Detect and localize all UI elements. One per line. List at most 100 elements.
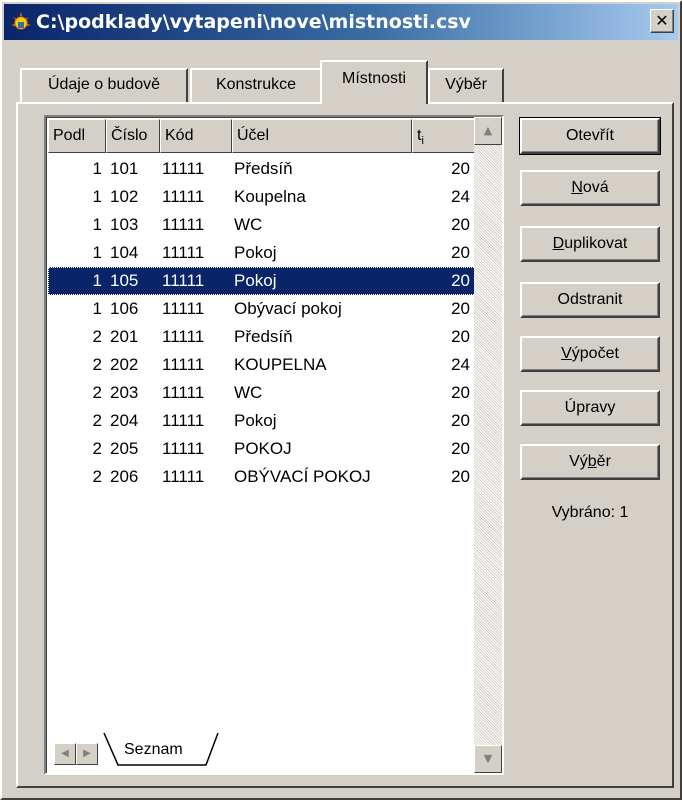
table-row[interactable]: 1 103 11111 WC 20 — [48, 211, 478, 239]
cell-podl: 2 — [92, 355, 102, 374]
table-row[interactable]: 2 206 11111 OBÝVACÍ POKOJ 20 — [48, 463, 478, 491]
arrow-down-icon: ▼ — [483, 752, 493, 765]
cell-kod: 11111 — [162, 159, 205, 178]
table-row[interactable]: 2 204 11111 Pokoj 20 — [48, 407, 478, 435]
cell-ucel: Koupelna — [234, 187, 306, 206]
cell-ti: 20 — [451, 439, 470, 458]
title-bar[interactable]: C:\podklady\vytapeni\nove\mistnosti.csv … — [4, 4, 678, 40]
vertical-scrollbar[interactable]: ▲ ▼ — [474, 117, 502, 773]
cell-podl: 1 — [92, 271, 102, 290]
cell-podl: 1 — [92, 299, 102, 318]
open-button[interactable]: Otevřít — [519, 117, 661, 155]
cell-ucel: OBÝVACÍ POKOJ — [234, 467, 371, 486]
button-label-post: ová — [582, 179, 609, 196]
cell-kod: 11111 — [162, 243, 205, 262]
table-row[interactable]: 2 202 11111 KOUPELNA 24 — [48, 351, 478, 379]
cell-podl: 1 — [92, 215, 102, 234]
cell-podl: 2 — [92, 327, 102, 346]
cell-ucel: WC — [234, 383, 263, 402]
cell-cislo: 206 — [110, 467, 139, 486]
column-header-label: Podl — [53, 127, 86, 144]
column-header-ucel[interactable]: Účel — [232, 119, 412, 153]
cell-ucel: POKOJ — [234, 439, 292, 458]
selection-button[interactable]: Výběr — [520, 444, 660, 480]
cell-ti: 20 — [451, 299, 470, 318]
arrow-up-icon: ▲ — [483, 124, 493, 137]
column-header-label: Účel — [237, 127, 270, 144]
button-accelerator: V — [561, 345, 572, 362]
cell-ti: 20 — [451, 327, 470, 346]
calculate-button[interactable]: Výpočet — [520, 336, 660, 372]
sheet-scroll-right-button[interactable]: ▶ — [76, 743, 98, 765]
tab-mistnosti[interactable]: Místnosti — [320, 60, 428, 104]
tab-label: Místnosti — [341, 70, 406, 87]
sheet-scroll-left-button[interactable]: ◀ — [54, 743, 76, 765]
cell-ucel: Obývací pokoj — [234, 299, 342, 318]
cell-ti: 20 — [451, 383, 470, 402]
cell-ucel: Předsíň — [234, 159, 293, 178]
cell-ucel: WC — [234, 215, 263, 234]
edits-button[interactable]: Úpravy — [520, 390, 660, 426]
cell-ti: 20 — [451, 271, 470, 290]
table-row[interactable]: 1 101 11111 Předsíň 20 — [48, 155, 478, 183]
rooms-list[interactable]: Podl Číslo Kód Účel ti 1 101 11111 Předsíň 2… — [44, 115, 504, 775]
button-accelerator: N — [571, 179, 583, 196]
tab-konstrukce[interactable]: Konstrukce — [190, 68, 322, 102]
table-row[interactable]: 2 205 11111 POKOJ 20 — [48, 435, 478, 463]
cell-kod: 11111 — [162, 439, 205, 458]
table-row[interactable]: 1 106 11111 Obývací pokoj 20 — [48, 295, 478, 323]
cell-ucel: KOUPELNA — [234, 355, 327, 374]
column-header-podl[interactable]: Podl — [48, 119, 106, 153]
button-accelerator: D — [552, 235, 565, 252]
table-row[interactable]: 1 102 11111 Koupelna 24 — [48, 183, 478, 211]
cell-cislo: 202 — [110, 355, 139, 374]
column-header-ti[interactable]: ti — [412, 119, 478, 153]
close-button[interactable]: ✕ — [650, 9, 674, 33]
scroll-up-button[interactable]: ▲ — [474, 117, 502, 145]
table-row[interactable]: 2 203 11111 WC 20 — [48, 379, 478, 407]
table-row[interactable]: 1 105 11111 Pokoj 20 — [48, 267, 478, 295]
scroll-down-button[interactable]: ▼ — [474, 745, 502, 773]
column-header-subscript: i — [421, 135, 424, 148]
close-icon: ✕ — [655, 11, 669, 30]
cell-ti: 24 — [451, 187, 470, 206]
button-label-pre: Vý — [569, 453, 588, 470]
cell-kod: 11111 — [162, 187, 205, 206]
column-header-kod[interactable]: Kód — [160, 119, 232, 153]
tab-vyber[interactable]: Výběr — [428, 68, 504, 102]
button-label: Odstranit — [557, 291, 623, 308]
cell-ucel: Pokoj — [234, 411, 277, 430]
new-button[interactable]: Nová — [520, 170, 660, 206]
column-header-cislo[interactable]: Číslo — [106, 119, 160, 153]
cell-kod: 11111 — [162, 383, 205, 402]
cell-ti: 20 — [451, 411, 470, 430]
cell-cislo: 102 — [110, 187, 139, 206]
tab-udaje-o-budove[interactable]: Údaje o budově — [20, 68, 188, 102]
selected-count-label: Vybráno: 1 — [551, 504, 629, 521]
cell-ucel: Předsíň — [234, 327, 293, 346]
table-row[interactable]: 1 104 11111 Pokoj 20 — [48, 239, 478, 267]
cell-cislo: 203 — [110, 383, 139, 402]
cell-ti: 20 — [451, 243, 470, 262]
table-row[interactable]: 2 201 11111 Předsíň 20 — [48, 323, 478, 351]
button-label: Otevřít — [565, 127, 614, 144]
cell-cislo: 101 — [110, 159, 139, 178]
duplicate-button[interactable]: Duplikovat — [520, 226, 660, 262]
cell-ti: 20 — [451, 159, 470, 178]
cell-cislo: 105 — [110, 271, 139, 290]
cell-ti: 20 — [451, 467, 470, 486]
cell-ti: 20 — [451, 215, 470, 234]
app-window: C:\podklady\vytapeni\nove\mistnosti.csv … — [0, 0, 682, 800]
app-logo-icon — [11, 12, 31, 30]
cell-podl: 2 — [92, 467, 102, 486]
cell-cislo: 204 — [110, 411, 139, 430]
sheet-tab-seznam[interactable]: Seznam — [102, 733, 220, 767]
cell-cislo: 201 — [110, 327, 139, 346]
tab-label: Konstrukce — [215, 76, 297, 93]
cell-cislo: 104 — [110, 243, 139, 262]
cell-kod: 11111 — [162, 355, 205, 374]
column-header-label: Kód — [165, 127, 194, 144]
delete-button[interactable]: Odstranit — [520, 282, 660, 318]
tab-label: Údaje o budově — [47, 76, 161, 93]
cell-ucel: Pokoj — [234, 271, 277, 290]
